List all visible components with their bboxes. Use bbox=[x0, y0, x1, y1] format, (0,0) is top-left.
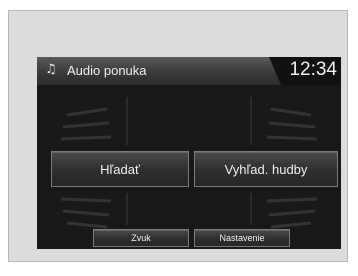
search-button-label: Hľadať bbox=[100, 161, 140, 177]
search-button[interactable]: Hľadať bbox=[51, 151, 189, 187]
audio-menu-screen: ♫ Audio ponuka 12:34 Hľadať Vyhľad. hudb… bbox=[37, 57, 341, 249]
screen-title: Audio ponuka bbox=[67, 63, 147, 78]
clock: 12:34 bbox=[289, 59, 337, 80]
header-bar: ♫ Audio ponuka 12:34 bbox=[37, 57, 341, 85]
outer-frame: ♫ Audio ponuka 12:34 Hľadať Vyhľad. hudb… bbox=[8, 10, 348, 262]
music-search-button-label: Vyhľad. hudby bbox=[224, 161, 308, 177]
settings-button[interactable]: Nastavenie bbox=[194, 229, 290, 247]
music-search-button[interactable]: Vyhľad. hudby bbox=[194, 151, 338, 187]
sound-button-label: Zvuk bbox=[131, 233, 151, 243]
music-note-icon: ♫ bbox=[45, 62, 57, 77]
settings-button-label: Nastavenie bbox=[219, 233, 265, 243]
header-divider bbox=[269, 57, 289, 85]
sound-button[interactable]: Zvuk bbox=[93, 229, 189, 247]
